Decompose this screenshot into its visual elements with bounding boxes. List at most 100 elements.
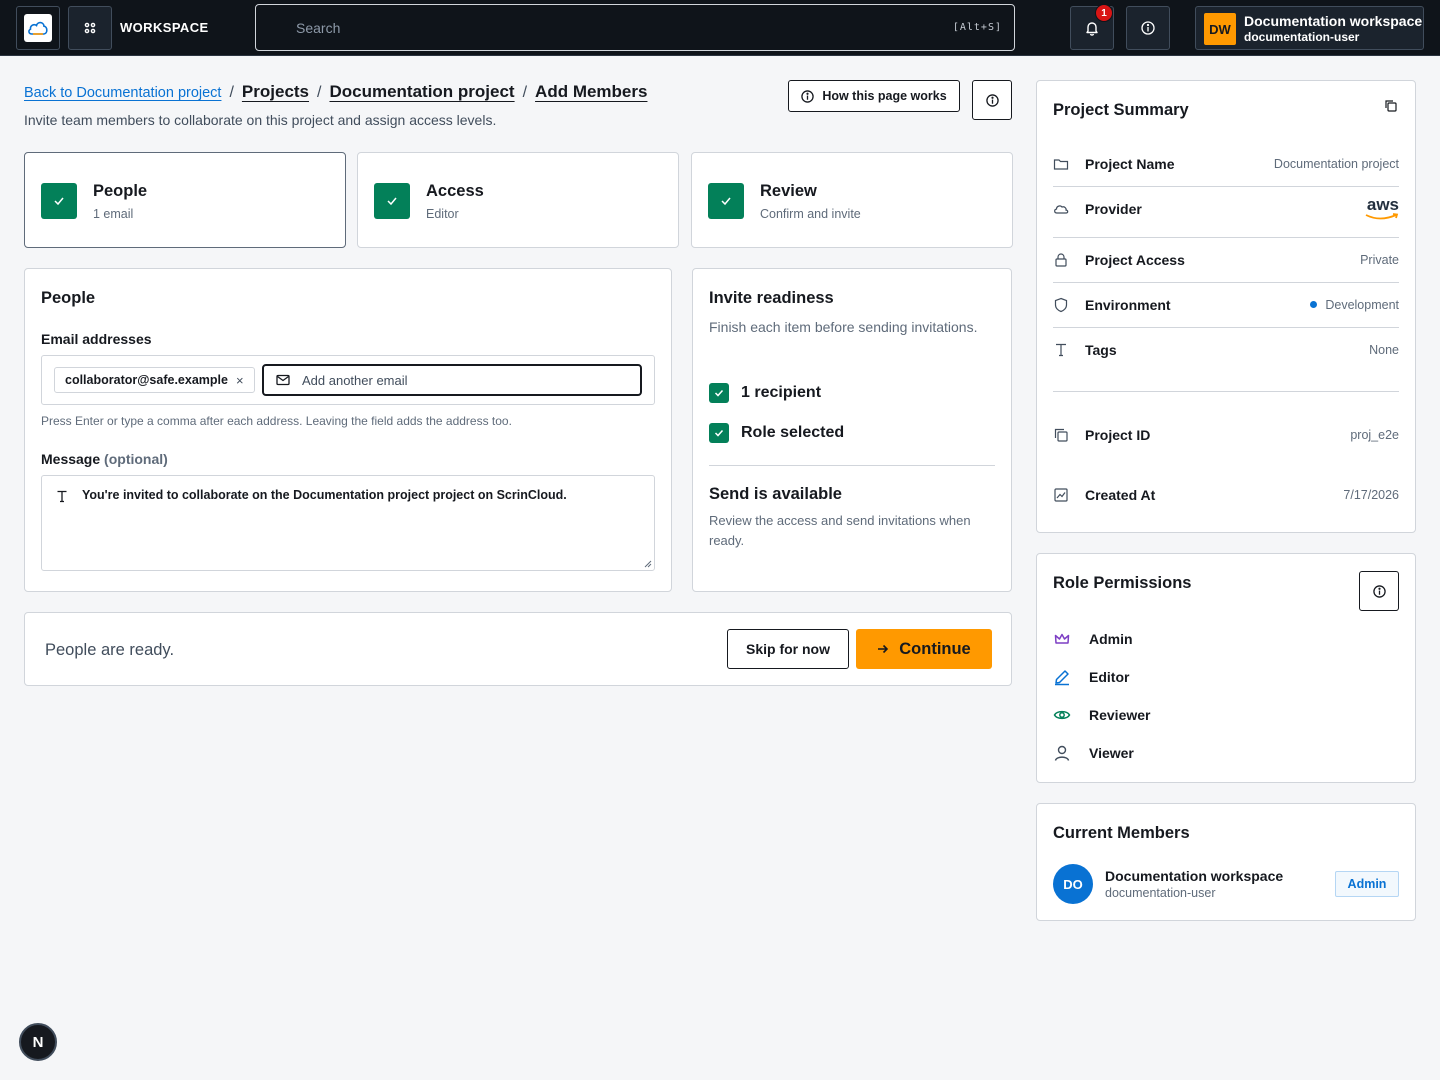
role-label: Reviewer	[1089, 707, 1151, 723]
info-icon	[1141, 21, 1155, 35]
resize-handle-icon[interactable]	[644, 560, 652, 568]
summary-label: Created At	[1085, 487, 1156, 503]
summary-value: None	[1369, 343, 1399, 357]
notifications-button[interactable]: 1	[1070, 4, 1114, 50]
role-permissions-title: Role Permissions	[1053, 574, 1192, 592]
check-icon	[709, 423, 729, 443]
divider	[1053, 391, 1399, 392]
message-label: Message (optional)	[41, 451, 168, 467]
role-label: Viewer	[1089, 745, 1134, 761]
how-button-label: How this page works	[822, 89, 947, 103]
current-members-title: Current Members	[1053, 824, 1190, 842]
info-icon	[801, 89, 815, 103]
how-this-page-works-button[interactable]: How this page works	[788, 80, 960, 112]
global-search[interactable]: [Alt+S]	[255, 4, 1015, 51]
divider	[1053, 186, 1399, 187]
summary-value: proj_e2e	[1350, 428, 1399, 442]
info-icon	[985, 93, 999, 107]
search-input[interactable]	[296, 5, 936, 50]
status-dot-icon	[1310, 301, 1318, 308]
text-icon	[57, 490, 67, 503]
step-subtitle: Confirm and invite	[760, 207, 861, 221]
invite-readiness-card: Invite readiness Finish each item before…	[692, 268, 1012, 592]
remove-email-button[interactable]: ×	[236, 373, 244, 388]
role-info-button[interactable]	[1359, 571, 1399, 611]
current-members-card: Current Members DO Documentation workspa…	[1036, 803, 1416, 921]
role-label: Admin	[1089, 631, 1133, 647]
user-name: Documentation workspace	[1244, 13, 1423, 29]
step-access[interactable]: Access Editor	[357, 152, 679, 248]
email-chip: collaborator@safe.example ×	[54, 367, 255, 393]
arrow-right-icon	[878, 644, 889, 654]
role-permissions-card: Role Permissions Admin Editor Reviewer V…	[1036, 553, 1416, 783]
user-menu-button[interactable]: DW Documentation workspace documentation…	[1195, 6, 1424, 50]
member-name: Documentation workspace	[1105, 868, 1284, 884]
copy-icon[interactable]	[1384, 99, 1397, 112]
project-summary-card: Project Summary Project Name Documentati…	[1036, 80, 1416, 533]
role-reviewer: Reviewer	[1053, 706, 1150, 724]
check-icon	[709, 383, 729, 403]
eye-icon	[1053, 710, 1071, 720]
cloud-icon	[1054, 205, 1069, 214]
step-title: Review	[760, 182, 817, 200]
environment-status: Development	[1310, 298, 1399, 312]
text-icon	[1056, 343, 1066, 357]
step-title: Access	[426, 182, 484, 200]
home-logo-button[interactable]	[16, 6, 60, 50]
breadcrumb-separator: /	[522, 84, 528, 101]
crown-icon	[1054, 633, 1070, 644]
dev-tools-button[interactable]: N	[19, 1023, 57, 1061]
mail-icon	[276, 374, 290, 386]
apps-menu-button[interactable]	[68, 6, 112, 50]
add-email-field[interactable]	[262, 364, 642, 396]
continue-label: Continue	[899, 639, 971, 658]
summary-label: Project Access	[1085, 252, 1185, 268]
summary-label: Tags	[1085, 342, 1117, 358]
message-textarea[interactable]: You're invited to collaborate on the Doc…	[41, 475, 655, 571]
breadcrumb-separator: /	[229, 84, 234, 101]
summary-label: Project Name	[1085, 156, 1175, 172]
workspace-label: WORKSPACE	[120, 20, 209, 35]
top-navigation: WORKSPACE [Alt+S] 1 DW Documentation wor…	[0, 0, 1440, 56]
breadcrumb: Back to Documentation project / Projects…	[24, 82, 647, 102]
step-people[interactable]: People 1 email	[24, 152, 346, 248]
step-subtitle: Editor	[426, 207, 459, 221]
folder-icon	[1053, 159, 1069, 170]
help-button[interactable]	[1126, 6, 1170, 50]
divider	[1053, 327, 1399, 328]
message-label-text: Message	[41, 451, 101, 467]
email-hint: Press Enter or type a comma after each a…	[41, 414, 512, 428]
summary-value: 7/17/2026	[1343, 488, 1399, 502]
pencil-icon	[1055, 670, 1069, 686]
divider	[1053, 282, 1399, 283]
readiness-item-label: 1 recipient	[741, 384, 822, 401]
member-role-badge: Admin	[1335, 871, 1399, 897]
breadcrumb-project[interactable]: Documentation project	[329, 82, 514, 102]
breadcrumb-current-page[interactable]: Add Members	[535, 82, 647, 102]
user-avatar: DW	[1204, 13, 1236, 45]
send-available-subtitle: Review the access and send invitations w…	[709, 513, 971, 548]
breadcrumb-projects[interactable]: Projects	[242, 82, 309, 102]
readiness-subtitle: Finish each item before sending invitati…	[709, 319, 978, 335]
continue-button[interactable]: Continue	[856, 629, 992, 669]
user-login: documentation-user	[1244, 30, 1360, 44]
email-chip-label: collaborator@safe.example	[65, 373, 228, 387]
back-link[interactable]: Back to Documentation project	[24, 85, 221, 101]
summary-value: Development	[1325, 298, 1399, 312]
add-email-input[interactable]	[302, 366, 622, 394]
cloud-logo-icon	[24, 14, 52, 42]
email-token-field: collaborator@safe.example ×	[41, 355, 655, 405]
email-addresses-label: Email addresses	[41, 331, 152, 347]
skip-button[interactable]: Skip for now	[727, 629, 849, 669]
message-optional-tag: (optional)	[104, 451, 168, 467]
aws-smile-icon	[1365, 213, 1399, 220]
aws-logo: aws	[1366, 195, 1399, 214]
page-info-button[interactable]	[972, 80, 1012, 120]
page-subtitle: Invite team members to collaborate on th…	[24, 112, 497, 128]
status-text: People are ready.	[45, 641, 175, 659]
check-icon	[708, 183, 744, 219]
step-review[interactable]: Review Confirm and invite	[691, 152, 1013, 248]
member-login: documentation-user	[1105, 886, 1216, 900]
shield-icon	[1054, 297, 1068, 313]
grid-icon	[84, 22, 96, 34]
